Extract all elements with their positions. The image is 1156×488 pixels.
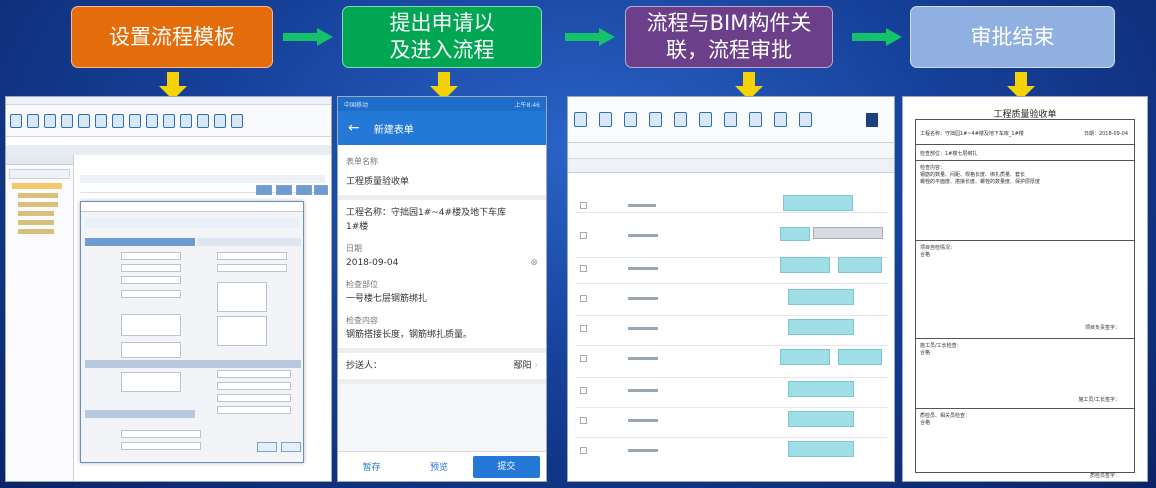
- toolbar-icon: [112, 113, 124, 128]
- doc-sign2: 施工员/工长签字：: [1078, 397, 1120, 403]
- user-avatar: [866, 112, 878, 127]
- preview-button[interactable]: 预览: [405, 460, 472, 473]
- toolbar-icon: [27, 113, 39, 128]
- toolbar-icon: [78, 113, 90, 128]
- stage-label: 设置流程模板: [109, 24, 235, 49]
- mobile-new-form-screenshot: 中国移动 上午8:46 ← 新建表单 表单名称 工程质量验收单 工程名称：守拙园1…: [337, 96, 547, 482]
- toolbar-icon: [624, 112, 637, 127]
- stage-label: 审批结束: [970, 24, 1055, 49]
- date-label: 日期: [346, 244, 362, 253]
- inspect-content-label: 检查内容: [346, 316, 378, 325]
- folder-tree: [6, 155, 74, 481]
- process-toolbar: [568, 97, 894, 143]
- doc-opinion1: 项目自检情况：: [920, 245, 956, 251]
- toolbar-icon: [95, 113, 107, 128]
- inspect-part-label: 检查部位: [346, 280, 378, 289]
- date-field[interactable]: 2018-09-04 ⊗: [346, 256, 538, 270]
- date-value: 2018-09-04: [346, 258, 399, 268]
- doc-content-title: 检查内容：: [920, 165, 946, 171]
- stage-label: 流程与BIM构件关 联，流程审批: [646, 11, 812, 62]
- status-bar: 中国移动 上午8:46: [338, 97, 546, 111]
- template-dialog: [80, 201, 304, 463]
- doc-date: 日期：2018-09-04: [1083, 131, 1128, 137]
- doc-content-body: 钢筋的数量、间距、规格长度、绑扎质量、套长: [920, 172, 1026, 178]
- table-header: [568, 159, 894, 173]
- doc-opinion2: 施工员/工长检查：: [920, 343, 962, 349]
- toolbar-icon: [724, 112, 737, 127]
- chevron-right-icon: ›: [534, 361, 538, 371]
- toolbar-icon: [749, 112, 762, 127]
- clear-icon[interactable]: ⊗: [530, 256, 538, 270]
- project-name-field[interactable]: 工程名称：守拙园1#~4#楼及地下车库: [346, 206, 538, 220]
- filter-bar: [568, 143, 894, 159]
- building-field[interactable]: 1#楼: [346, 220, 538, 234]
- doc-table: 工程名称：守拙园1#~4#楼及地下车库_1#楼 日期：2018-09-04 检查…: [915, 119, 1135, 479]
- inspect-part-field[interactable]: 一号楼七层钢筋绑扎: [346, 292, 538, 306]
- cc-value: 鄢阳 ›: [513, 361, 539, 371]
- toolbar-icon: [129, 113, 141, 128]
- approved-document-screenshot: 工程质量验收单 工程名称：守拙园1#~4#楼及地下车库_1#楼 日期：2018-…: [902, 96, 1148, 482]
- toolbar-icon: [699, 112, 712, 127]
- doc-ok3: 合格: [920, 420, 931, 426]
- submit-button[interactable]: 提交: [472, 455, 540, 478]
- stage-approval-complete: 审批结束: [910, 6, 1115, 68]
- toolbar-icon: [649, 112, 662, 127]
- form-header-title: 新建表单: [373, 124, 414, 136]
- right-arrow-icon: [852, 28, 902, 46]
- form-name-value[interactable]: 工程质量验收单: [346, 175, 538, 189]
- doc-content-body2: 螺栓的平面度、搭接长度、螺栓的数量度、保护层厚度: [920, 179, 1041, 185]
- doc-part: 检查部位：1#楼七层绑扎: [920, 151, 978, 157]
- form-name-label: 表单名称: [346, 157, 378, 166]
- doc-sign1: 项目负责签字：: [1084, 325, 1120, 331]
- save-draft-button[interactable]: 暂存: [338, 460, 405, 473]
- toolbar-icon: [774, 112, 787, 127]
- toolbar-icon: [146, 113, 158, 128]
- doc-sign3: 质检员签字：: [1089, 473, 1120, 479]
- toolbar-icon: [197, 113, 209, 128]
- doc-ok2: 合格: [920, 350, 931, 356]
- right-arrow-icon: [565, 28, 615, 46]
- bim-process-list-screenshot: [567, 96, 895, 482]
- doc-project: 工程名称：守拙园1#~4#楼及地下车库_1#楼: [920, 131, 1024, 137]
- ribbon-toolbar: [6, 105, 331, 137]
- toolbar-icon: [163, 113, 175, 128]
- form-fields-section: 工程名称：守拙园1#~4#楼及地下车库 1#楼 日期 2018-09-04 ⊗ 检…: [338, 200, 546, 353]
- doc-ok1: 合格: [920, 252, 931, 258]
- toolbar-icon: [799, 112, 812, 127]
- toolbar-icon: [214, 113, 226, 128]
- stage-template-setup: 设置流程模板: [71, 6, 273, 68]
- toolbar-icon: [10, 113, 22, 128]
- form-footer: 暂存 预览 提交: [338, 451, 546, 481]
- toolbar-icon: [44, 113, 56, 128]
- form-header: ← 新建表单: [338, 111, 546, 145]
- menu-bar: [6, 97, 331, 105]
- toolbar-icon: [599, 112, 612, 127]
- stage-label: 提出申请以 及进入流程: [389, 11, 495, 62]
- back-arrow-icon[interactable]: ←: [348, 120, 360, 136]
- doc-opinion3: 质检员、相关员检查：: [920, 413, 971, 419]
- carrier-label: 中国移动: [344, 102, 369, 109]
- template-editor-screenshot: [5, 96, 332, 482]
- toolbar-icon: [674, 112, 687, 127]
- toolbar-icon: [180, 113, 192, 128]
- right-arrow-icon: [283, 28, 333, 46]
- inspect-content-field[interactable]: 钢筋搭接长度，钢筋绑扎质量。: [346, 328, 538, 342]
- form-name-section: 表单名称 工程质量验收单: [338, 145, 546, 200]
- toolbar-icon: [61, 113, 73, 128]
- clock-label: 上午8:46: [514, 102, 540, 109]
- stage-bim-approval: 流程与BIM构件关 联，流程审批: [625, 6, 833, 68]
- cc-label: 抄送人：: [346, 361, 383, 371]
- toolbar-icon: [231, 113, 243, 128]
- toolbar-icon: [574, 112, 587, 127]
- stage-submit-request: 提出申请以 及进入流程: [342, 6, 542, 68]
- cc-row[interactable]: 抄送人： 鄢阳 ›: [338, 353, 546, 384]
